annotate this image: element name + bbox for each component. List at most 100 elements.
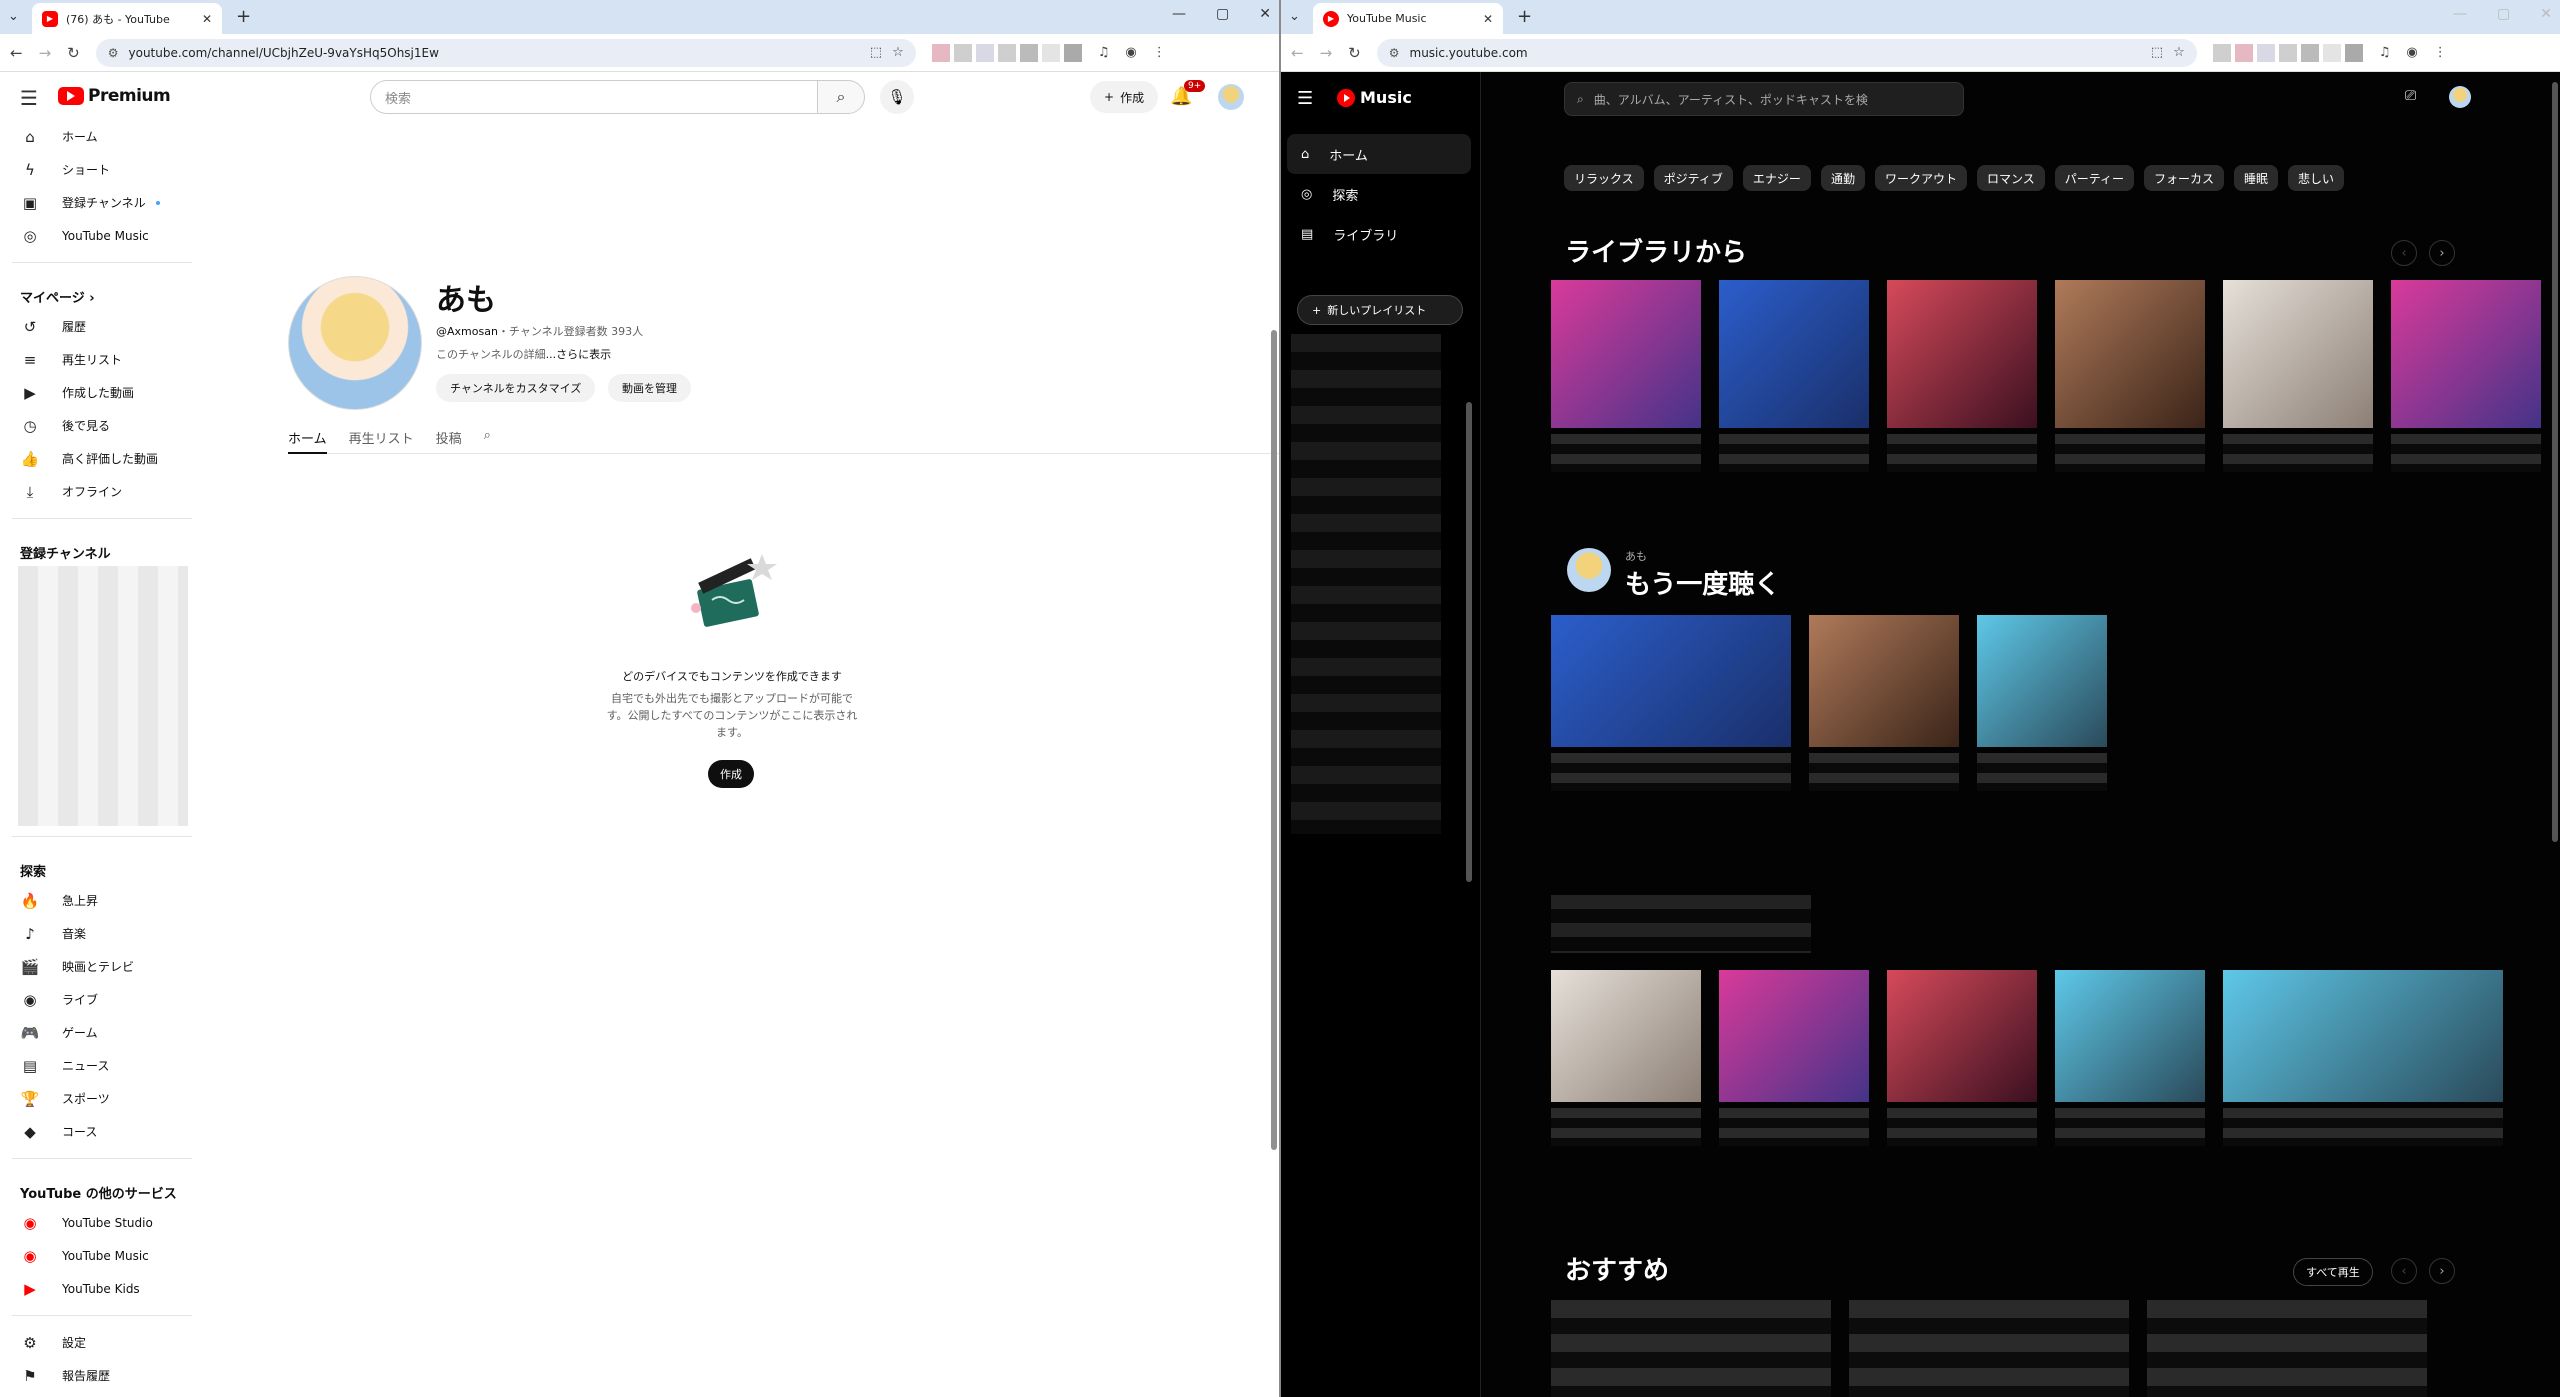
- menu-kebab-icon[interactable]: ⋮: [1153, 45, 1166, 60]
- mood-chip[interactable]: 睡眠: [2234, 165, 2279, 191]
- mood-chip[interactable]: ワークアウト: [1874, 165, 1967, 191]
- hamburger-menu-icon[interactable]: ☰: [20, 86, 38, 110]
- reload-icon[interactable]: ↻: [1348, 44, 1361, 62]
- account-avatar[interactable]: [2449, 86, 2471, 108]
- hamburger-menu-icon[interactable]: ☰: [1297, 88, 1313, 109]
- account-avatar[interactable]: [1218, 84, 1244, 110]
- album-card[interactable]: [2055, 280, 2205, 472]
- sidebar-item-like[interactable]: 👍 高く評価した動画: [0, 442, 192, 475]
- song-list-blurred[interactable]: [2147, 1300, 2427, 1397]
- channel-search-icon[interactable]: ⌕: [484, 420, 491, 454]
- sidebar-item-trending[interactable]: 🔥 急上昇: [0, 884, 192, 917]
- media-icon[interactable]: ♫: [2379, 45, 2391, 60]
- prev-arrow-icon[interactable]: ‹: [2391, 1258, 2417, 1284]
- mood-chip[interactable]: 悲しい: [2288, 165, 2345, 191]
- sidebar-item-your-videos[interactable]: ▶ 作成した動画: [0, 376, 192, 409]
- youtube-music-logo[interactable]: Music: [1337, 88, 1412, 107]
- menu-kebab-icon[interactable]: ⋮: [2434, 45, 2447, 60]
- new-tab-icon[interactable]: +: [1517, 6, 1532, 27]
- sidebar-item-watch-later[interactable]: ◷ 後で見る: [0, 409, 192, 442]
- search-button[interactable]: ⌕: [817, 80, 865, 114]
- tab-playlists[interactable]: 再生リスト: [349, 420, 414, 454]
- sidebar-item-kids[interactable]: ▶ YouTube Kids: [0, 1272, 192, 1305]
- minimize-icon[interactable]: —: [1172, 6, 1186, 22]
- mood-chip[interactable]: リラックス: [1564, 165, 1644, 191]
- address-bar[interactable]: ⚙ music.youtube.com ⬚ ☆: [1376, 38, 2197, 67]
- close-tab-icon[interactable]: ✕: [202, 12, 212, 26]
- reload-icon[interactable]: ↻: [67, 44, 80, 62]
- music-nav-explore[interactable]: ◎ 探索: [1287, 174, 1471, 214]
- tab-home[interactable]: ホーム: [288, 420, 327, 454]
- sidebar-item-music[interactable]: ◎ YouTube Music: [0, 219, 192, 252]
- back-icon[interactable]: ←: [10, 44, 23, 62]
- album-card[interactable]: [2223, 280, 2373, 472]
- sidebar-item-studio[interactable]: ◉ YouTube Studio: [0, 1206, 192, 1239]
- sidebar-item-movies[interactable]: 🎬 映画とテレビ: [0, 950, 192, 983]
- sidebar-item-yt-music[interactable]: ◉ YouTube Music: [0, 1239, 192, 1272]
- sidebar-item-shorts[interactable]: ϟ ショート: [0, 153, 192, 186]
- music-nav-home[interactable]: ⌂ ホーム: [1287, 134, 1471, 174]
- address-bar[interactable]: ⚙ youtube.com/channel/UCbjhZeU-9vaYsHq5O…: [95, 38, 916, 67]
- tab-youtube[interactable]: ▶ (76) あも - YouTube ✕: [32, 3, 222, 34]
- forward-icon[interactable]: →: [39, 44, 52, 62]
- create-button[interactable]: + 作成: [1090, 81, 1159, 113]
- close-window-icon[interactable]: ✕: [1259, 6, 1271, 22]
- customize-channel-button[interactable]: チャンネルをカスタマイズ: [436, 374, 596, 402]
- close-tab-icon[interactable]: ✕: [1483, 12, 1493, 26]
- mood-chip[interactable]: ロマンス: [1976, 165, 2045, 191]
- youtube-premium-logo[interactable]: Premium: [58, 86, 171, 106]
- mood-chip[interactable]: パーティー: [2054, 165, 2135, 191]
- media-icon[interactable]: ♫: [1098, 45, 1110, 60]
- profile-icon[interactable]: ◉: [1125, 45, 1136, 60]
- maximize-icon[interactable]: ▢: [1216, 6, 1229, 22]
- album-card[interactable]: [1719, 280, 1869, 472]
- profile-icon[interactable]: ◉: [2406, 45, 2417, 60]
- empty-create-button[interactable]: 作成: [708, 760, 754, 788]
- sidebar-item-gaming[interactable]: 🎮 ゲーム: [0, 1016, 192, 1049]
- sidebar-item-live[interactable]: ◉ ライブ: [0, 983, 192, 1016]
- mood-chip[interactable]: ポジティブ: [1653, 165, 1733, 191]
- maximize-icon[interactable]: ▢: [2497, 6, 2510, 22]
- album-card[interactable]: [1887, 280, 2037, 472]
- sidebar-item-playlist[interactable]: ≡ 再生リスト: [0, 343, 192, 376]
- album-card[interactable]: [1551, 280, 1701, 472]
- mood-chip[interactable]: 通勤: [1820, 165, 1865, 191]
- site-info-icon[interactable]: ⚙: [1389, 46, 1400, 60]
- album-card[interactable]: [1887, 970, 2037, 1146]
- bookmark-star-icon[interactable]: ☆: [892, 45, 904, 60]
- album-card[interactable]: [2223, 970, 2503, 1146]
- tab-posts[interactable]: 投稿: [436, 420, 462, 454]
- subscription-list-blurred[interactable]: [18, 566, 188, 826]
- channel-avatar[interactable]: [288, 276, 422, 410]
- cast-icon[interactable]: ⎚: [2405, 88, 2416, 104]
- voice-search-button[interactable]: 🎙: [880, 80, 914, 114]
- sidebar-item-news[interactable]: ▤ ニュース: [0, 1049, 192, 1082]
- new-tab-icon[interactable]: +: [236, 6, 251, 27]
- channel-description[interactable]: このチャンネルの詳細...さらに表示: [436, 346, 611, 362]
- forward-icon[interactable]: →: [1320, 44, 1333, 62]
- sidebar-item-courses[interactable]: ◆ コース: [0, 1115, 192, 1148]
- search-input[interactable]: 検索: [370, 80, 818, 114]
- album-card[interactable]: [1551, 615, 1791, 791]
- sidebar-item-home[interactable]: ⌂ ホーム: [0, 120, 192, 153]
- album-card[interactable]: [1551, 970, 1701, 1146]
- next-arrow-icon[interactable]: ›: [2429, 1258, 2455, 1284]
- sidebar-item-settings[interactable]: ⚙ 設定: [0, 1326, 192, 1359]
- page-scrollbar[interactable]: [2552, 82, 2558, 842]
- album-card[interactable]: [2391, 280, 2541, 472]
- minimize-icon[interactable]: —: [2453, 6, 2467, 22]
- mood-chip[interactable]: エナジー: [1742, 165, 1811, 191]
- sidebar-item-flag[interactable]: ⚑ 報告履歴: [0, 1359, 192, 1392]
- tab-search-icon[interactable]: ⌄: [1289, 9, 1300, 24]
- album-card[interactable]: [1809, 615, 1959, 791]
- close-window-icon[interactable]: ✕: [2540, 6, 2552, 22]
- sidebar-scrollbar[interactable]: [1466, 402, 1472, 882]
- sidebar-item-download[interactable]: ⤓ オフライン: [0, 475, 192, 508]
- album-card[interactable]: [1719, 970, 1869, 1146]
- sidebar-item-music-note[interactable]: ♪ 音楽: [0, 917, 192, 950]
- sidebar-item-help[interactable]: ?ヘルプ: [0, 1392, 192, 1397]
- install-app-icon[interactable]: ⬚: [870, 45, 882, 60]
- album-card[interactable]: [1977, 615, 2107, 791]
- page-scrollbar[interactable]: [1271, 330, 1277, 1150]
- music-nav-library[interactable]: ▤ ライブラリ: [1287, 214, 1471, 254]
